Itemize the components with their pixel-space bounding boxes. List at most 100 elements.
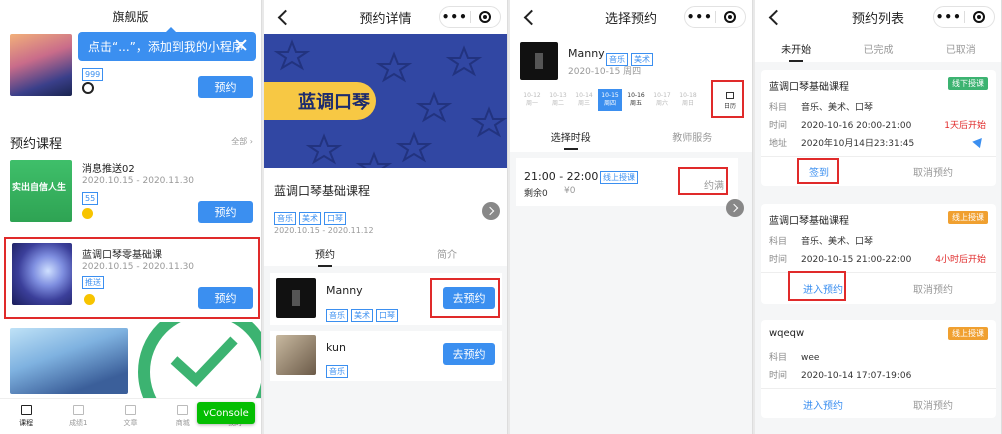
cancel-booking-button[interactable]: 取消预约 (913, 164, 953, 179)
close-program-icon[interactable] (716, 11, 746, 23)
time-row: 时间 2020-10-14 17:07-19:06 (769, 371, 912, 381)
booking-card: 蓝调口琴基础课程 线上授课 科目 音乐、美术、口琴 时间 2020-10-15 21… (761, 204, 996, 304)
panda-icon (82, 82, 94, 94)
close-program-icon[interactable] (965, 11, 995, 23)
mini-program-capsule: ••• (684, 6, 746, 28)
enter-booking-button[interactable]: 进入预约 (803, 281, 843, 296)
thumb-caption: 实出自信人生 (12, 183, 67, 193)
tab-cancelled[interactable]: 已取消 (920, 41, 1001, 56)
subject-row: 科目 音乐、美术、口琴 (769, 237, 874, 247)
course-thumbnail-2[interactable] (12, 243, 72, 305)
tab-label: 商城 (175, 419, 190, 427)
more-icon[interactable]: ••• (934, 10, 964, 24)
tab-intro[interactable]: 简介 (386, 246, 507, 261)
arrow-right-icon[interactable] (726, 199, 744, 217)
more-icon[interactable]: ••• (440, 10, 470, 24)
status-tabs-bar: 未开始 已完成 已取消 (755, 34, 1001, 62)
mini-program-capsule: ••• (933, 6, 995, 28)
book-button-top[interactable]: 预约 (198, 76, 253, 98)
bag-icon (177, 405, 189, 415)
go-book-button[interactable]: 去预约 (443, 343, 495, 365)
date-item[interactable]: 10-17 周六 (650, 89, 674, 111)
back-icon[interactable] (276, 6, 294, 28)
slot-time: 21:00 - 22:00 (524, 170, 599, 183)
time-slot-card[interactable]: 21:00 - 22:00 线上授课 剩余0 ¥0 约满 (516, 158, 738, 206)
tab-teacher-service[interactable]: 教师服务 (632, 129, 753, 144)
close-icon[interactable] (234, 38, 248, 52)
book-button[interactable]: 预约 (198, 287, 253, 309)
nav-bar: 预约列表 ••• (755, 0, 1001, 34)
card-title: 蓝调口琴基础课程 (769, 216, 849, 227)
course-tags: 音乐 美术 口琴 (274, 206, 349, 225)
calendar-button[interactable]: 日历 (720, 90, 740, 112)
tab-label: 成绩1 (69, 419, 88, 427)
course-tag: 推送 (82, 276, 104, 289)
vconsole-button[interactable]: vConsole (197, 402, 255, 424)
date-item-selected[interactable]: 10-15 周四 (598, 89, 622, 111)
tab-article[interactable]: 文章 (104, 399, 156, 434)
card-title: wqeqw (769, 328, 805, 339)
article-icon (125, 405, 136, 415)
tag: 音乐 (326, 365, 348, 378)
status-badge: 线下授课 (948, 77, 988, 90)
course-date: 2020.10.15 - 2020.11.30 (82, 176, 195, 186)
teacher-tags: 音乐 美术 口琴 (326, 303, 401, 322)
back-icon[interactable] (767, 6, 785, 28)
app-title: 旗舰版 (112, 10, 149, 24)
course-thumbnail-1[interactable]: 实出自信人生 (10, 160, 72, 222)
teacher-avatar (276, 278, 316, 318)
teacher-tags: 音乐 (326, 359, 351, 378)
nav-bar: 选择预约 ••• (510, 0, 752, 34)
tab-time-slot[interactable]: 选择时段 (510, 129, 632, 150)
tab-score[interactable]: 成绩1 (52, 399, 104, 434)
go-book-button[interactable]: 去预约 (443, 287, 495, 309)
date-item[interactable]: 10-18 周日 (676, 89, 700, 111)
course-name: 蓝调口琴零基础课 (82, 250, 162, 261)
calendar-label: 日历 (723, 103, 736, 110)
booking-card: 蓝调口琴基础课程 线下授课 科目 音乐、美术、口琴 时间 2020-10-16 20… (761, 70, 996, 186)
course-thumbnail-top[interactable] (10, 34, 72, 96)
cancel-booking-button[interactable]: 取消预约 (913, 397, 953, 412)
subject-row: 科目 音乐、美术、口琴 (769, 103, 874, 113)
address-row: 地址 2020年10月14日23:31:45 (769, 139, 915, 149)
slot-tag: 线上授课 (600, 171, 638, 184)
location-icon[interactable] (972, 134, 986, 149)
score-icon (72, 405, 84, 415)
tab-course[interactable]: 课程 (0, 399, 52, 434)
detail-tabs: 预约 简介 (264, 246, 507, 267)
slot-price: ¥0 (564, 186, 576, 196)
tooltip-text: 点击“...”，添加到我的小程序 (88, 40, 244, 54)
back-icon[interactable] (522, 6, 540, 28)
cancel-booking-button[interactable]: 取消预约 (913, 281, 953, 296)
date-item[interactable]: 10-14 周三 (572, 89, 596, 111)
course-banner-image[interactable] (10, 328, 128, 394)
book-button[interactable]: 预约 (198, 201, 253, 223)
status-badge: 线上授课 (948, 211, 988, 224)
arrow-right-icon[interactable] (482, 202, 500, 220)
tag: 音乐 (274, 212, 296, 225)
check-in-button[interactable]: 签到 (809, 164, 829, 179)
date-item[interactable]: 10-16 周五 (624, 89, 648, 111)
view-all-link[interactable]: 全部 › (231, 136, 253, 147)
section-title: 预约课程 (10, 137, 63, 152)
course-info: 蓝调口琴基础课程 音乐 美术 口琴 2020.10.15 - 2020.11.12 … (264, 168, 507, 267)
course-date: 2020.10.15 - 2020.11.30 (82, 262, 195, 272)
booking-detail-screen: 预约详情 ••• 蓝调口琴 蓝调口琴基础课程 音乐 美术 口琴 2020.10.… (264, 0, 508, 434)
teacher-avatar (276, 335, 316, 375)
teacher-name: kun (326, 341, 346, 354)
enter-booking-button[interactable]: 进入预约 (803, 397, 843, 412)
mini-program-capsule: ••• (439, 6, 501, 28)
emoji-icon (84, 294, 95, 305)
more-icon[interactable]: ••• (685, 10, 715, 24)
date-item[interactable]: 10-12 周一 (520, 89, 544, 111)
close-program-icon[interactable] (471, 11, 501, 23)
tab-not-started[interactable]: 未开始 (755, 41, 837, 62)
date-item[interactable]: 10-13 周二 (546, 89, 570, 111)
tab-booking[interactable]: 预约 (264, 246, 386, 267)
course-tag-top: 999 (82, 68, 104, 81)
tab-completed[interactable]: 已完成 (837, 41, 919, 56)
status-badge: 线上授课 (948, 327, 988, 340)
page-title: 预约列表 (851, 11, 904, 27)
booking-tabs: 选择时段 教师服务 (510, 129, 753, 150)
teacher-avatar (520, 42, 558, 80)
